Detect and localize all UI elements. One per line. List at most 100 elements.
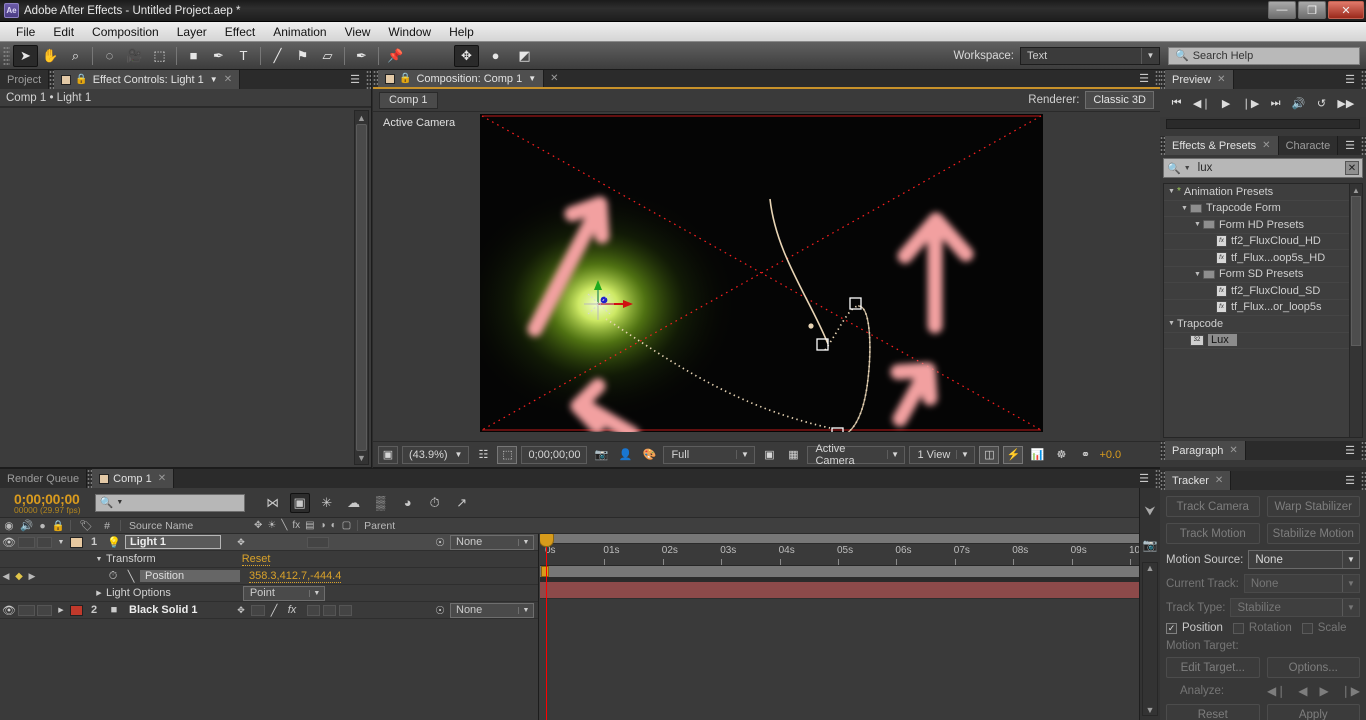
camera-tool[interactable]: 🎥 [122, 45, 147, 67]
timeline-switch-icon[interactable]: 📊 [1027, 446, 1047, 464]
menu-item-animation[interactable]: Animation [264, 22, 335, 42]
reset-button[interactable]: Reset [1166, 704, 1260, 720]
analyze-forward-button[interactable]: ▶ [1319, 684, 1328, 698]
scale-checkbox[interactable] [1301, 622, 1313, 634]
effects-tree-item[interactable]: fx tf2_FluxCloud_HD [1164, 234, 1362, 250]
twirl-icon[interactable]: ▼ [1179, 205, 1190, 212]
layer-effects-switch[interactable]: fx [283, 604, 301, 616]
timeline-grip-icon-right[interactable] [1155, 469, 1160, 488]
tab-character[interactable]: Characte [1278, 136, 1339, 155]
draft-3d-icon[interactable]: ▣ [289, 492, 310, 513]
apply-button[interactable]: Apply [1266, 704, 1360, 720]
track-camera-button[interactable]: Track Camera [1166, 496, 1260, 517]
frame-blending-icon[interactable]: ☁ [344, 493, 364, 513]
show-channel-icon[interactable]: 🎨 [639, 446, 659, 464]
property-twirl-icon[interactable]: ▼ [92, 556, 106, 563]
effects-tree-item[interactable]: fx tf_Flux...oop5s_HD [1164, 250, 1362, 267]
fast-previews-icon[interactable]: ⚡ [1003, 445, 1024, 464]
work-area-scrollbar[interactable] [540, 534, 1160, 544]
camera-view-select[interactable]: Active Camera ▼ [807, 443, 906, 467]
effects-tree-item[interactable]: fx tf2_FluxCloud_SD [1164, 283, 1362, 300]
minimize-button[interactable]: — [1268, 1, 1296, 19]
audio-button[interactable]: 🔊 [1292, 97, 1306, 110]
composition-viewport[interactable]: Active Camera [373, 112, 1160, 441]
composition-mini-flowchart-icon[interactable]: ⋈ [263, 493, 283, 513]
auto-keyframe-icon[interactable]: ⏱ [425, 493, 445, 513]
panel-menu-icon[interactable]: ☰ [1339, 136, 1361, 155]
region-interest-box-icon[interactable]: ▣ [759, 446, 779, 464]
comp-marker-bin-icon[interactable]: ⮟ [1140, 488, 1160, 534]
hide-shy-layers-icon[interactable]: ✳ [317, 493, 337, 513]
close-icon[interactable]: ✕ [544, 70, 564, 87]
warp-stabilizer-button[interactable]: Warp Stabilizer [1266, 496, 1360, 517]
choose-grid-icon[interactable]: ☷ [473, 446, 493, 464]
lock-icon[interactable]: 🔒 [399, 73, 411, 84]
video-eye-icon[interactable]: ◉ [0, 520, 18, 532]
timeline-search-input[interactable]: 🔍 ▼ [94, 493, 245, 512]
motion-source-select[interactable]: None ▼ [1248, 550, 1360, 569]
scroll-up-icon[interactable]: ▲ [1146, 563, 1155, 573]
panel-menu-icon[interactable]: ☰ [1339, 471, 1361, 490]
layer-visibility-icon[interactable]: 👁 [0, 604, 18, 617]
layer-3d-switch[interactable]: ✥ [231, 605, 251, 616]
panel-menu-icon[interactable]: ☰ [344, 70, 366, 89]
brainstorm-icon[interactable]: ◕ [398, 493, 418, 513]
brush-tool[interactable]: ╱ [265, 45, 290, 67]
twirl-icon[interactable]: ▼ [1166, 188, 1177, 195]
audio-icon[interactable]: 🔊 [18, 519, 35, 532]
time-ruler[interactable]: 0s 01s 02s 03s 04s 05s 06s 07s 08s 09s 10s [540, 544, 1160, 566]
layer-audio-toggle[interactable] [18, 536, 35, 548]
first-frame-button[interactable]: ⏮ [1172, 97, 1182, 110]
puppet-pin-tool[interactable]: 📌 [383, 45, 408, 67]
close-icon[interactable]: ✕ [224, 74, 232, 85]
property-group-name[interactable]: Light Options [106, 587, 171, 599]
position-checkbox[interactable]: ✓ [1166, 622, 1177, 634]
panel-menu-icon[interactable]: ☰ [1339, 70, 1361, 89]
tab-effect-controls[interactable]: 🔒 Effect Controls: Light 1 ▼ ✕ [54, 70, 241, 89]
clear-search-icon[interactable]: ✕ [1345, 161, 1359, 175]
layer-quality-switch[interactable]: ╱ [265, 604, 283, 617]
tab-paragraph[interactable]: Paragraph ✕ [1165, 441, 1246, 460]
mask-icon[interactable]: ◩ [512, 45, 537, 67]
analyze-step-back-button[interactable]: ◀❘ [1267, 684, 1286, 698]
twirl-icon[interactable]: ▼ [1192, 221, 1203, 228]
twirl-icon[interactable]: ▼ [1166, 320, 1177, 327]
paragraph-grip-icon-right[interactable] [1361, 441, 1366, 460]
zoom-tool[interactable]: ⌕ [63, 45, 88, 67]
comp-flowchart-icon[interactable]: ☸ [1051, 446, 1071, 464]
close-icon[interactable]: ✕ [1229, 445, 1237, 456]
effects-tree-item[interactable]: ▼ Form HD Presets [1164, 217, 1362, 234]
scroll-up-icon[interactable]: ▲ [1350, 184, 1362, 196]
timeline-current-time[interactable]: 0;00;00;00 00000 (29.97 fps) [14, 491, 81, 515]
property-group-name[interactable]: Transform [106, 553, 156, 565]
preview-grip-icon-right[interactable] [1361, 70, 1366, 89]
restore-button[interactable]: ❐ [1298, 1, 1326, 19]
tab-effects-presets[interactable]: Effects & Presets ✕ [1165, 136, 1279, 155]
hand-tool[interactable]: ✋ [38, 45, 63, 67]
rotation-tool[interactable]: ◌ [97, 45, 122, 67]
layer-label-swatch[interactable] [70, 536, 83, 548]
chevron-down-icon[interactable]: ▼ [210, 75, 218, 84]
timeline-layer-row[interactable]: 👁 ▼ 1 💡 Light 1 ✥ ☉ None ▼ [0, 534, 538, 551]
scroll-down-icon[interactable]: ▼ [357, 451, 366, 464]
work-area-bar[interactable] [540, 566, 1160, 578]
loop-button[interactable]: ↺ [1317, 97, 1326, 110]
layer-motionblur-switch[interactable] [323, 604, 336, 616]
layer-twirl-icon[interactable]: ▶ [52, 606, 70, 614]
circle-icon[interactable]: ● [483, 45, 508, 67]
close-button[interactable]: ✕ [1328, 1, 1364, 19]
current-time-display[interactable]: 0;00;00;00 [521, 445, 588, 464]
roto-brush-tool[interactable]: ✒ [349, 45, 374, 67]
tab-comp-1[interactable]: Comp 1 ✕ [92, 469, 175, 488]
layer-switch-header-5[interactable]: ◑ [320, 520, 326, 531]
effects-tree-item[interactable]: fx tf_Flux...or_loop5s [1164, 300, 1362, 316]
workspace-select[interactable]: Text ▼ [1020, 46, 1160, 65]
timeline-property-row[interactable]: ▶ Light Options Point ▼ [0, 585, 538, 602]
panel-grip-icon-right[interactable] [366, 70, 371, 89]
parent-select[interactable]: None ▼ [450, 534, 534, 550]
region-of-interest-icon[interactable]: ⬚ [497, 445, 518, 464]
graph-editor-icon[interactable]: ↗ [452, 493, 472, 513]
layer-audio-toggle[interactable] [18, 604, 35, 616]
last-frame-button[interactable]: ⏭ [1271, 97, 1281, 110]
motion-blur-icon[interactable]: ▒ [371, 493, 391, 513]
